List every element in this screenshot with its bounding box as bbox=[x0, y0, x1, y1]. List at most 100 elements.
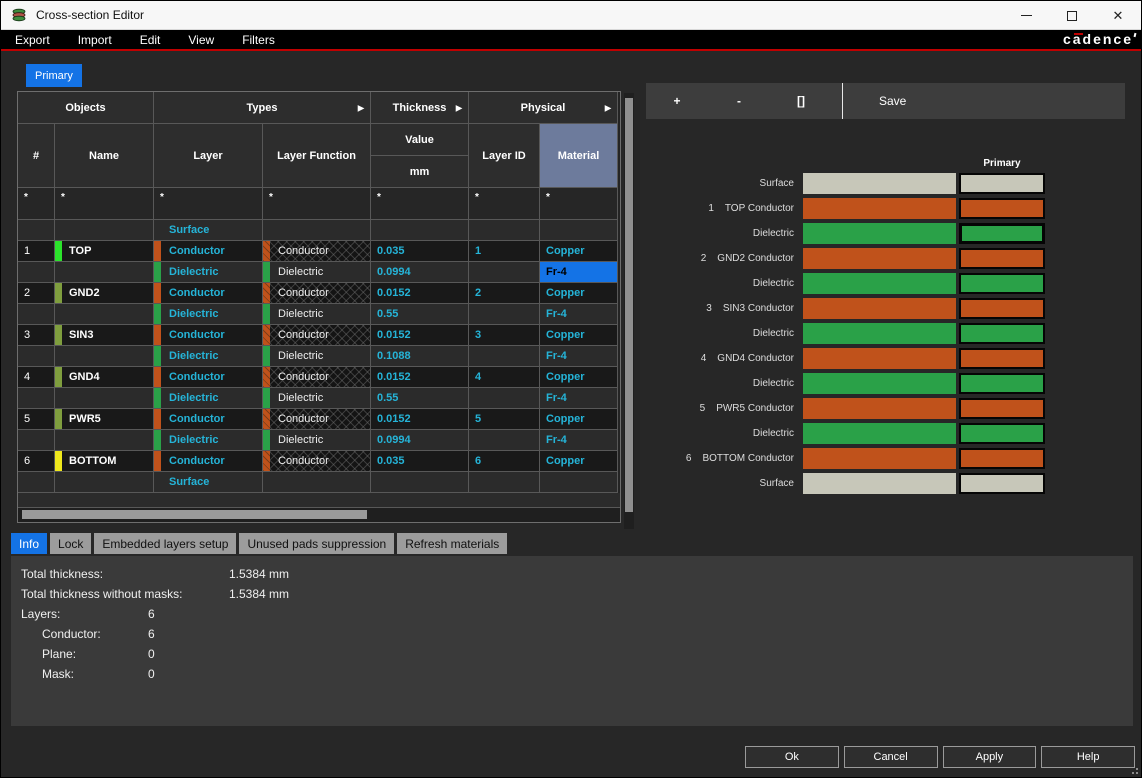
layer-type-cell[interactable]: Conductor bbox=[154, 451, 263, 472]
stack-bar-left[interactable] bbox=[803, 173, 956, 194]
layer-function-cell[interactable]: Conductor bbox=[263, 451, 371, 472]
material-cell[interactable]: Fr-4 bbox=[540, 388, 618, 409]
tab-refresh-materials[interactable]: Refresh materials bbox=[397, 533, 507, 554]
row-number-cell[interactable]: 6 bbox=[18, 451, 55, 472]
maximize-button[interactable] bbox=[1049, 1, 1095, 30]
layer-type-cell[interactable]: Surface bbox=[154, 472, 263, 493]
stack-bar-left[interactable] bbox=[803, 273, 956, 294]
filter-value[interactable]: * bbox=[371, 188, 469, 220]
layer-id-cell[interactable]: 3 bbox=[469, 325, 540, 346]
stack-bar-primary[interactable] bbox=[959, 173, 1045, 194]
layer-id-cell[interactable]: 1 bbox=[469, 241, 540, 262]
layer-name-cell[interactable] bbox=[55, 220, 154, 241]
layer-function-cell[interactable]: Dielectric bbox=[263, 304, 371, 325]
menu-item-view[interactable]: View bbox=[174, 33, 228, 47]
brackets-button[interactable]: [] bbox=[770, 94, 832, 108]
stack-bar-primary[interactable] bbox=[959, 448, 1045, 469]
help-button[interactable]: Help bbox=[1041, 746, 1135, 768]
row-number-cell[interactable]: 1 bbox=[18, 241, 55, 262]
stack-bar-left[interactable] bbox=[803, 248, 956, 269]
layer-function-cell[interactable]: Conductor bbox=[263, 283, 371, 304]
stack-bar-left[interactable] bbox=[803, 448, 956, 469]
vertical-scrollbar-thumb[interactable] bbox=[625, 98, 633, 512]
save-button[interactable]: Save bbox=[879, 94, 906, 108]
expand-arrow-icon[interactable]: ▶ bbox=[605, 103, 611, 112]
layer-type-cell[interactable]: Dielectric bbox=[154, 430, 263, 451]
layer-id-cell[interactable]: 6 bbox=[469, 451, 540, 472]
layer-type-cell[interactable]: Conductor bbox=[154, 325, 263, 346]
layer-function-cell[interactable]: Dielectric bbox=[263, 262, 371, 283]
stack-bar-left[interactable] bbox=[803, 398, 956, 419]
layer-id-cell[interactable] bbox=[469, 220, 540, 241]
expand-arrow-icon[interactable]: ▶ bbox=[358, 103, 364, 112]
layer-type-cell[interactable]: Dielectric bbox=[154, 346, 263, 367]
stack-bar-primary[interactable] bbox=[959, 198, 1045, 219]
row-number-cell[interactable]: 2 bbox=[18, 283, 55, 304]
material-cell[interactable]: Copper bbox=[540, 241, 618, 262]
filter-name[interactable]: * bbox=[55, 188, 154, 220]
thickness-value-cell[interactable]: 0.0152 bbox=[371, 283, 469, 304]
cancel-button[interactable]: Cancel bbox=[844, 746, 938, 768]
menu-item-edit[interactable]: Edit bbox=[126, 33, 175, 47]
stack-bar-primary[interactable] bbox=[959, 373, 1045, 394]
remove-button[interactable]: - bbox=[708, 94, 770, 108]
group-header-objects[interactable]: Objects bbox=[18, 92, 154, 124]
layer-function-cell[interactable]: Dielectric bbox=[263, 430, 371, 451]
material-cell[interactable]: Copper bbox=[540, 325, 618, 346]
layer-id-cell[interactable] bbox=[469, 388, 540, 409]
menu-item-import[interactable]: Import bbox=[64, 33, 126, 47]
layer-type-cell[interactable]: Dielectric bbox=[154, 388, 263, 409]
stack-bar-primary[interactable] bbox=[959, 398, 1045, 419]
layer-function-cell[interactable]: Dielectric bbox=[263, 346, 371, 367]
layer-name-cell[interactable] bbox=[55, 304, 154, 325]
layer-name-cell[interactable]: BOTTOM bbox=[55, 451, 154, 472]
resize-grip[interactable] bbox=[1130, 766, 1138, 774]
thickness-value-cell[interactable]: 0.035 bbox=[371, 451, 469, 472]
thickness-value-cell[interactable]: 0.55 bbox=[371, 388, 469, 409]
material-cell[interactable]: Fr-4 bbox=[540, 430, 618, 451]
layer-function-cell[interactable]: Conductor bbox=[263, 409, 371, 430]
stack-bar-primary[interactable] bbox=[959, 473, 1045, 494]
add-button[interactable]: + bbox=[646, 94, 708, 108]
expand-arrow-icon[interactable]: ▶ bbox=[456, 103, 462, 112]
layer-function-cell[interactable]: Conductor bbox=[263, 325, 371, 346]
layer-function-cell[interactable] bbox=[263, 220, 371, 241]
filter-layer[interactable]: * bbox=[154, 188, 263, 220]
layer-function-cell[interactable]: Dielectric bbox=[263, 388, 371, 409]
stack-bar-primary[interactable] bbox=[959, 323, 1045, 344]
layer-id-cell[interactable] bbox=[469, 472, 540, 493]
layer-function-cell[interactable] bbox=[263, 472, 371, 493]
column-header-num[interactable]: # bbox=[18, 124, 55, 188]
layer-type-cell[interactable]: Dielectric bbox=[154, 304, 263, 325]
layer-name-cell[interactable]: PWR5 bbox=[55, 409, 154, 430]
tab-unused-pads-suppression[interactable]: Unused pads suppression bbox=[239, 533, 394, 554]
row-number-cell[interactable]: 4 bbox=[18, 367, 55, 388]
thickness-value-cell[interactable]: 0.035 bbox=[371, 241, 469, 262]
group-header-types[interactable]: Types▶ bbox=[154, 92, 371, 124]
stack-bar-primary[interactable] bbox=[959, 348, 1045, 369]
stack-bar-left[interactable] bbox=[803, 198, 956, 219]
layer-name-cell[interactable] bbox=[55, 388, 154, 409]
column-header-layer[interactable]: Layer bbox=[154, 124, 263, 188]
material-cell[interactable] bbox=[540, 472, 618, 493]
thickness-value-cell[interactable]: 0.0152 bbox=[371, 409, 469, 430]
group-header-thickness[interactable]: Thickness▶ bbox=[371, 92, 469, 124]
row-number-cell[interactable] bbox=[18, 388, 55, 409]
layer-type-cell[interactable]: Dielectric bbox=[154, 262, 263, 283]
layer-id-cell[interactable]: 5 bbox=[469, 409, 540, 430]
row-number-cell[interactable] bbox=[18, 346, 55, 367]
menu-item-filters[interactable]: Filters bbox=[228, 33, 289, 47]
layer-function-cell[interactable]: Conductor bbox=[263, 367, 371, 388]
layer-name-cell[interactable]: TOP bbox=[55, 241, 154, 262]
stack-bar-primary[interactable] bbox=[959, 248, 1045, 269]
column-header-name[interactable]: Name bbox=[55, 124, 154, 188]
tab-lock[interactable]: Lock bbox=[50, 533, 91, 554]
vertical-scrollbar[interactable] bbox=[624, 93, 634, 529]
row-number-cell[interactable] bbox=[18, 262, 55, 283]
layer-id-cell[interactable] bbox=[469, 262, 540, 283]
material-cell[interactable]: Copper bbox=[540, 367, 618, 388]
thickness-value-cell[interactable]: 0.0994 bbox=[371, 430, 469, 451]
row-number-cell[interactable] bbox=[18, 430, 55, 451]
thickness-value-cell[interactable]: 0.0152 bbox=[371, 325, 469, 346]
stack-bar-left[interactable] bbox=[803, 373, 956, 394]
